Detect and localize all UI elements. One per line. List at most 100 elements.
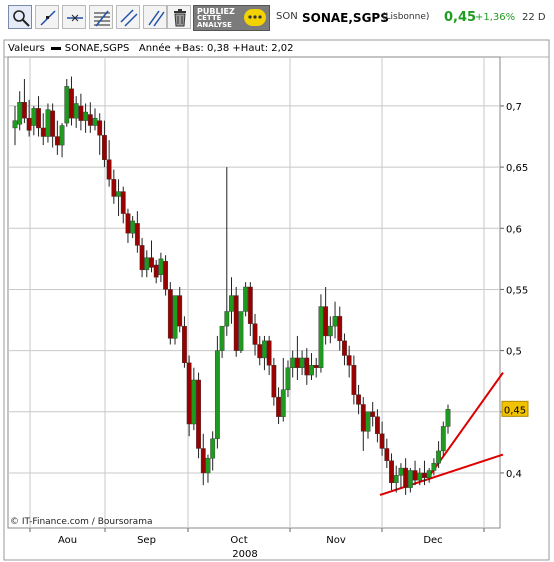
candle-body [102, 135, 107, 160]
candle [182, 316, 187, 368]
channel-tool-button[interactable] [116, 5, 140, 29]
candle [384, 438, 390, 469]
candle [139, 238, 145, 278]
trendline-tool-button[interactable] [35, 5, 59, 29]
candle [73, 96, 79, 128]
candle-body [247, 286, 253, 324]
candle-body [294, 357, 300, 368]
candle-body [78, 105, 84, 121]
candle [83, 103, 88, 133]
credit-text: © IT-Finance.com / Boursorama [10, 517, 153, 527]
candle-body [50, 110, 56, 137]
candle [153, 260, 159, 284]
x-tick-label-month: Oct [230, 535, 247, 546]
candle-body [323, 306, 329, 337]
candle [120, 186, 126, 224]
candle-body [22, 102, 27, 119]
candle [407, 468, 413, 493]
candle [440, 421, 446, 456]
candle [370, 401, 376, 427]
y-tick-label: 0,65 [506, 163, 528, 174]
candle [186, 355, 192, 437]
fibonacci-icon [94, 10, 110, 27]
x-tick-label-month: Nov [326, 535, 346, 546]
candle [200, 433, 206, 486]
horizontal-line-tool-button[interactable] [62, 5, 86, 29]
candle-body [12, 120, 18, 129]
candle-body [59, 125, 65, 146]
candle [214, 335, 220, 449]
candle [116, 179, 121, 217]
candle [106, 140, 112, 187]
candle [304, 348, 310, 385]
candle-body [422, 472, 427, 479]
magnifier-icon [13, 10, 30, 27]
candle-body [342, 340, 347, 356]
candle [252, 313, 258, 356]
candle-body [360, 404, 366, 432]
candle [280, 357, 286, 422]
x-axis: Aou Sep Oct Nov Dec [29, 528, 485, 546]
diagonal-line-icon [40, 10, 56, 26]
candle [379, 421, 385, 456]
candle-body [134, 223, 140, 246]
delete-tool-button[interactable] [167, 5, 191, 29]
x-tick-label-month: Dec [423, 535, 442, 546]
candle [125, 208, 131, 243]
candlestick-chart[interactable]: 0,4 0,45 0,5 0,55 0,6 0,65 0,7 Aou Sep Oct Nov Dec… [0, 36, 554, 562]
candle-body [243, 286, 249, 312]
candle [276, 387, 281, 425]
candle-body [332, 316, 338, 327]
candle-body [69, 88, 74, 119]
candle [219, 325, 225, 358]
candle-body [36, 108, 41, 129]
candle-body [158, 258, 164, 275]
candle-body [440, 426, 446, 452]
candle-body [262, 340, 267, 359]
candle [36, 96, 41, 137]
candle [238, 311, 244, 354]
candle-body [219, 325, 225, 351]
parallel-lines-icon [148, 10, 165, 27]
candle [50, 103, 56, 148]
candle-body [130, 220, 136, 234]
candle [102, 120, 107, 168]
candle [445, 404, 451, 434]
candle [158, 252, 164, 283]
zoom-tool-button[interactable] [8, 5, 32, 29]
candle [365, 411, 371, 439]
candle-body [304, 357, 310, 376]
publish-analysis-button[interactable]: PUBLIEZ CETTE ANALYSE [193, 5, 270, 31]
candle [224, 167, 230, 336]
candle-body [445, 409, 451, 427]
candle-body [177, 295, 183, 327]
candle-body [182, 325, 187, 364]
quote-name: SONAE,SGPS [302, 11, 389, 25]
candle [337, 306, 343, 351]
candle [266, 335, 272, 376]
candle-body [266, 340, 272, 366]
plot-area [7, 56, 501, 529]
y-tick-label: 0,6 [506, 224, 522, 235]
candle [243, 282, 249, 317]
candle [177, 286, 183, 333]
quote-code: SON [276, 11, 298, 22]
candle [130, 216, 136, 239]
candle [45, 103, 51, 143]
candle [426, 468, 432, 483]
candle [233, 286, 239, 357]
chart-toolbar: PUBLIEZ CETTE ANALYSE SON SONAE,SGPS (Li… [0, 0, 554, 36]
fibonacci-tool-button[interactable] [89, 5, 113, 29]
candle-body [436, 450, 441, 464]
candle-body [167, 289, 173, 339]
candle-body [276, 396, 281, 417]
candle [163, 255, 169, 296]
candle [92, 108, 98, 131]
parallel-tool-button[interactable] [143, 5, 167, 29]
candle-body [356, 394, 361, 405]
candle-body [144, 257, 150, 271]
candle [87, 102, 93, 133]
candle-body [233, 295, 239, 351]
y-tick-label: 0,7 [506, 102, 522, 113]
candle [210, 431, 216, 471]
